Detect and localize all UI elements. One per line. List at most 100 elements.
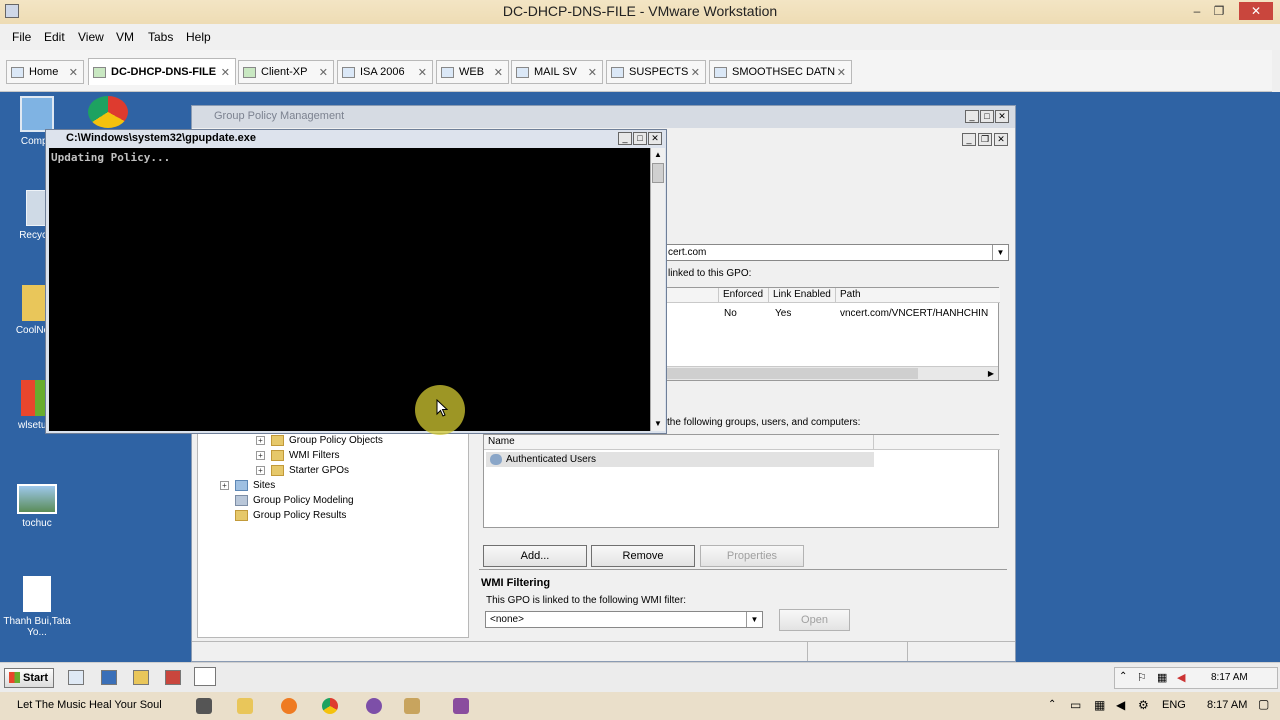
properties-button[interactable]: Properties — [700, 545, 804, 567]
gpm-inner-minimize-button[interactable]: _ — [962, 133, 976, 146]
security-row-authenticated-users[interactable]: Authenticated Users — [486, 452, 874, 467]
volume-muted-icon[interactable]: ◀ — [1177, 671, 1185, 684]
links-horizontal-scrollbar[interactable]: ▶ — [664, 366, 998, 380]
scrollbar-thumb[interactable] — [664, 368, 918, 379]
expand-icon[interactable]: + — [256, 466, 265, 475]
console-close-button[interactable]: ✕ — [648, 132, 662, 145]
tree-item-sites[interactable]: + Sites — [220, 480, 275, 491]
expand-icon[interactable]: + — [220, 481, 229, 490]
tree-item-wmi-filters[interactable]: + WMI Filters — [256, 450, 340, 461]
now-playing-title[interactable]: Let The Music Heal Your Soul — [17, 699, 162, 711]
host-clock[interactable]: 8:17 AM — [1207, 699, 1247, 711]
server-manager-icon[interactable] — [68, 670, 84, 685]
tab-client-xp[interactable]: Client-XP ✕ — [238, 60, 334, 84]
chevron-down-icon[interactable]: ▼ — [746, 612, 762, 627]
notifications-icon[interactable]: ▢ — [1258, 697, 1269, 711]
menu-view[interactable]: View — [78, 30, 104, 44]
tab-close-icon[interactable]: ✕ — [319, 66, 328, 79]
menu-edit[interactable]: Edit — [44, 30, 65, 44]
link-enforced-value[interactable]: No — [724, 308, 737, 319]
input-language[interactable]: ENG — [1162, 699, 1186, 711]
tab-close-icon[interactable]: ✕ — [691, 66, 700, 79]
console-scrollbar[interactable]: ▲ ▼ — [650, 148, 665, 431]
scrollbar-thumb[interactable] — [652, 163, 664, 183]
scroll-right-icon[interactable]: ▶ — [984, 367, 998, 380]
tab-suspects[interactable]: SUSPECTS ✕ — [606, 60, 706, 84]
network-icon[interactable]: ▦ — [1094, 698, 1105, 712]
maximize-button[interactable]: ❐ — [1208, 2, 1230, 20]
open-button[interactable]: Open — [779, 609, 850, 631]
tree-item-group-policy-modeling[interactable]: Group Policy Modeling — [235, 495, 354, 506]
gpupdate-console-window[interactable]: C:\Windows\system32\gpupdate.exe _ □ ✕ U… — [45, 129, 667, 434]
tab-home[interactable]: Home ✕ — [6, 60, 84, 84]
links-column-link-enabled[interactable]: Link Enabled — [769, 288, 836, 303]
tab-smoothsec-datn[interactable]: SMOOTHSEC DATN ✕ — [709, 60, 852, 84]
link-path-value[interactable]: vncert.com/VNCERT/HANHCHIN — [840, 308, 998, 319]
scroll-down-icon[interactable]: ▼ — [651, 417, 665, 431]
gpm-maximize-button[interactable]: □ — [980, 110, 994, 123]
chevron-down-icon[interactable]: ▼ — [992, 245, 1008, 260]
tab-dc-dhcp-dns-file[interactable]: DC-DHCP-DNS-FILE ✕ — [88, 58, 236, 85]
tab-close-icon[interactable]: ✕ — [69, 66, 78, 79]
status-divider — [807, 642, 808, 661]
expand-icon[interactable]: + — [256, 451, 265, 460]
expand-icon[interactable]: + — [256, 436, 265, 445]
menu-help[interactable]: Help — [186, 30, 211, 44]
add-button[interactable]: Add... — [483, 545, 587, 567]
tab-close-icon[interactable]: ✕ — [221, 66, 230, 79]
links-column-path[interactable]: Path — [836, 288, 1000, 303]
tree-item-group-policy-objects[interactable]: + Group Policy Objects — [256, 435, 383, 446]
chrome-icon[interactable] — [322, 698, 338, 714]
tray-expand-icon[interactable]: ⌃ — [1119, 671, 1127, 682]
settings-icon[interactable]: ⚙ — [1138, 698, 1149, 712]
firefox-icon[interactable] — [281, 698, 297, 714]
console-minimize-button[interactable]: _ — [618, 132, 632, 145]
vm-icon — [441, 66, 454, 78]
tab-close-icon[interactable]: ✕ — [837, 66, 846, 79]
start-button[interactable]: Start — [4, 668, 54, 688]
display-links-location-dropdown[interactable]: cert.com ▼ — [663, 244, 1009, 261]
gpm-inner-restore-button[interactable]: ❐ — [978, 133, 992, 146]
viber-icon[interactable] — [366, 698, 382, 714]
close-button[interactable]: ✕ — [1239, 2, 1273, 20]
wmi-filter-dropdown[interactable]: <none> ▼ — [485, 611, 763, 628]
tray-expand-icon[interactable]: ⌃ — [1048, 699, 1056, 710]
flag-icon[interactable]: ⚐ — [1137, 671, 1147, 684]
gpm-inner-close-button[interactable]: ✕ — [994, 133, 1008, 146]
minimize-button[interactable]: ‒ — [1186, 2, 1208, 20]
powershell-icon[interactable] — [101, 670, 117, 685]
gpm-taskbar-icon[interactable] — [165, 670, 181, 685]
menu-vm[interactable]: VM — [116, 30, 134, 44]
console-taskbar-icon[interactable] — [194, 667, 216, 686]
tab-close-icon[interactable]: ✕ — [588, 66, 597, 79]
tree-item-group-policy-results[interactable]: Group Policy Results — [235, 510, 346, 521]
gpm-close-button[interactable]: ✕ — [995, 110, 1009, 123]
desktop-icon-tochuc[interactable]: tochuc — [2, 484, 72, 529]
battery-icon[interactable]: ▭ — [1070, 698, 1081, 712]
file-explorer-icon[interactable] — [237, 698, 253, 714]
explorer-icon[interactable] — [133, 670, 149, 685]
tab-mail-sv[interactable]: MAIL SV ✕ — [511, 60, 603, 84]
guest-clock[interactable]: 8:17 AM — [1211, 672, 1248, 683]
remove-button[interactable]: Remove — [591, 545, 695, 567]
console-maximize-button[interactable]: □ — [633, 132, 647, 145]
tab-close-icon[interactable]: ✕ — [418, 66, 427, 79]
network-icon[interactable]: ▦ — [1157, 671, 1167, 684]
menu-file[interactable]: File — [12, 30, 31, 44]
tab-web[interactable]: WEB ✕ — [436, 60, 509, 84]
links-column-enforced[interactable]: Enforced — [719, 288, 769, 303]
tab-close-icon[interactable]: ✕ — [494, 66, 503, 79]
link-enabled-value[interactable]: Yes — [775, 308, 791, 319]
tab-isa-2006[interactable]: ISA 2006 ✕ — [337, 60, 433, 84]
security-column-name[interactable]: Name — [484, 435, 874, 450]
volume-icon[interactable]: ◀ — [1116, 698, 1125, 712]
scroll-up-icon[interactable]: ▲ — [651, 148, 665, 162]
desktop-icon-thanh-bui[interactable]: Thanh Bui,Tata Yo... — [2, 576, 72, 638]
app-icon[interactable] — [453, 698, 469, 714]
menu-tabs[interactable]: Tabs — [148, 30, 173, 44]
media-icon[interactable] — [196, 698, 212, 714]
chrome-icon[interactable] — [88, 96, 128, 128]
gpm-minimize-button[interactable]: _ — [965, 110, 979, 123]
vmware-taskbar-icon[interactable] — [404, 698, 420, 714]
tree-item-starter-gpos[interactable]: + Starter GPOs — [256, 465, 349, 476]
